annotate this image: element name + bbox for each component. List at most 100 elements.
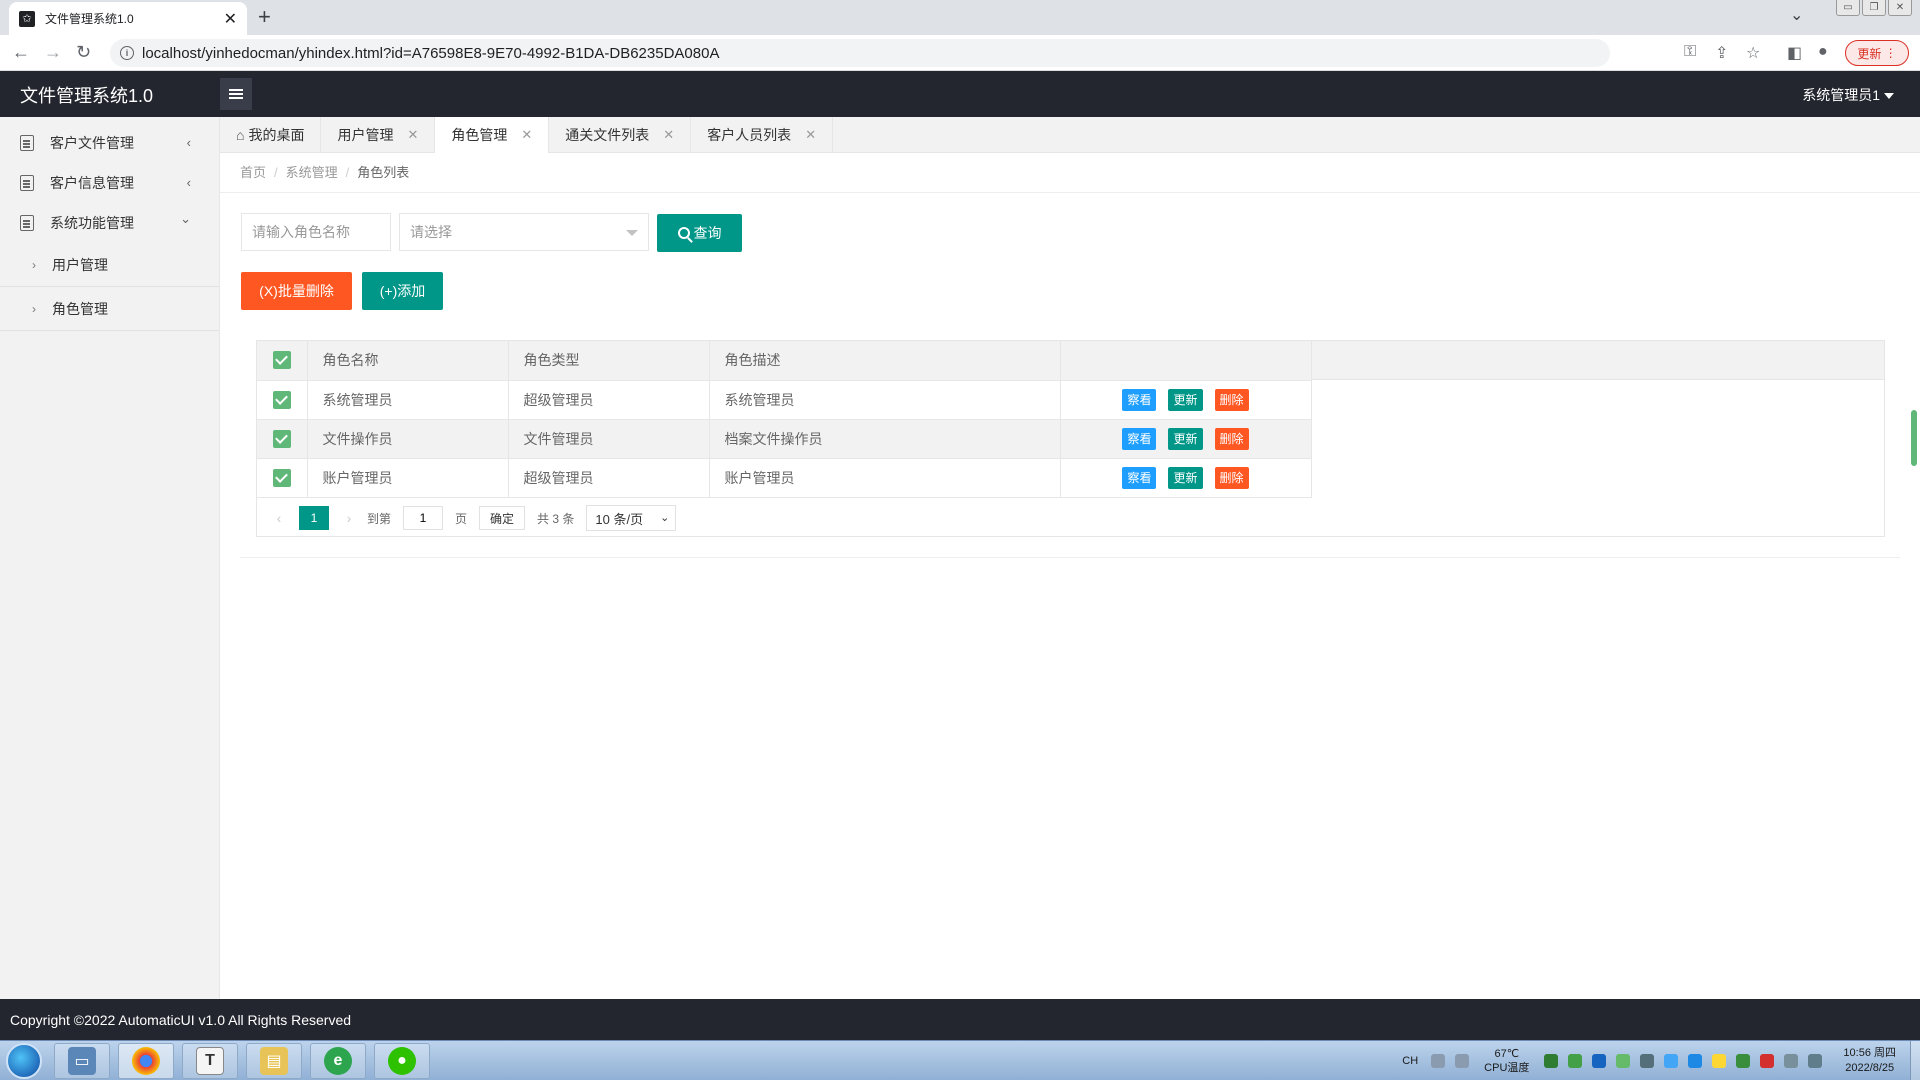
role-name-input[interactable] (241, 213, 391, 251)
delete-button[interactable]: 删除 (1214, 388, 1249, 411)
clock[interactable]: 10:56 周四 2022/8/25 (1843, 1046, 1896, 1076)
table-row: 系统管理员 超级管理员 系统管理员 察看 更新 删除 (257, 380, 1312, 420)
key-icon[interactable]: ⚿ (1684, 43, 1696, 61)
back-icon[interactable]: ← (12, 42, 30, 63)
sidebar-item-customer-files[interactable]: 客户文件管理 ‹ (0, 123, 219, 163)
breadcrumb-home[interactable]: 首页 (240, 165, 266, 180)
new-tab-button[interactable]: + (258, 4, 271, 30)
cell-role-type: 超级管理员 (508, 458, 710, 498)
taskbar-app-editor[interactable]: T (182, 1043, 238, 1079)
favicon-icon: ✩ (19, 10, 35, 27)
url-field[interactable]: i localhost/yinhedocman/yhindex.html?id=… (110, 39, 1610, 67)
browser-update-button[interactable]: 更新 ⋮ (1845, 40, 1909, 66)
taskbar-app-browser[interactable]: e (310, 1043, 366, 1079)
tray-app-icon[interactable] (1544, 1054, 1559, 1068)
tab-my-desktop[interactable]: ⌂ 我的桌面 (220, 117, 322, 153)
delete-button[interactable]: 删除 (1214, 466, 1249, 489)
settings-icon[interactable] (1455, 1054, 1470, 1068)
keyboard-icon[interactable] (1431, 1054, 1446, 1068)
tab-customs-files[interactable]: 通关文件列表 ✕ (549, 117, 692, 153)
view-button[interactable]: 察看 (1122, 388, 1157, 411)
update-button[interactable]: 更新 (1168, 427, 1203, 450)
bookmark-star-icon[interactable]: ☆ (1746, 43, 1760, 63)
page-1-button[interactable]: 1 (299, 506, 329, 530)
browser-tabstrip: ✩ 文件管理系统1.0 ✕ + ⌄ ▭ ❐ ✕ (0, 0, 1920, 35)
tab-role-management[interactable]: 角色管理 ✕ (435, 117, 550, 153)
side-panel-icon[interactable]: ◧ (1787, 43, 1802, 63)
start-button[interactable] (6, 1043, 42, 1079)
close-tab-icon[interactable]: ✕ (224, 9, 237, 29)
table-header-row: 角色名称 角色类型 角色描述 (257, 341, 1312, 381)
printer-icon[interactable] (1640, 1054, 1655, 1068)
update-button[interactable]: 更新 (1168, 466, 1203, 489)
share-icon[interactable]: ⇪ (1715, 43, 1728, 63)
close-icon[interactable]: ✕ (663, 127, 674, 143)
wechat-tray-icon[interactable] (1568, 1054, 1583, 1068)
tray-app-icon[interactable] (1712, 1054, 1727, 1068)
network-icon[interactable] (1784, 1054, 1799, 1068)
taskbar-app-folder[interactable]: ▤ (246, 1043, 302, 1079)
menu-toggle-button[interactable] (220, 78, 252, 110)
next-page-icon[interactable]: › (337, 510, 361, 526)
sidebar-item-customer-info[interactable]: 客户信息管理 ‹ (0, 163, 219, 203)
close-icon[interactable]: ✕ (521, 127, 532, 143)
tray-app-icon[interactable] (1688, 1054, 1703, 1068)
reload-icon[interactable]: ↻ (76, 42, 91, 63)
page-size-select[interactable]: 10 条/页 ⌄ (586, 505, 677, 531)
prev-page-icon[interactable]: ‹ (267, 510, 291, 526)
chevron-left-icon: ‹ (186, 135, 191, 150)
total-count: 共 3 条 (537, 511, 575, 526)
cpu-temperature: 67℃ CPU温度 (1484, 1048, 1530, 1074)
user-menu[interactable]: 系统管理员1 (1802, 85, 1894, 105)
query-button[interactable]: 查询 (657, 214, 742, 252)
add-button[interactable]: (+)添加 (362, 272, 443, 310)
breadcrumb-system[interactable]: 系统管理 (286, 165, 338, 180)
forward-icon[interactable]: → (44, 42, 62, 63)
chevron-left-icon: ‹ (186, 175, 191, 190)
row-checkbox-cell (257, 458, 308, 498)
restore-icon[interactable]: ❐ (1862, 0, 1886, 16)
security-icon[interactable] (1736, 1054, 1751, 1068)
volume-icon[interactable] (1808, 1054, 1823, 1068)
close-window-icon[interactable]: ✕ (1888, 0, 1912, 16)
sidebar-subitem-role-management[interactable]: › 角色管理 (0, 287, 219, 331)
batch-delete-button[interactable]: (X)批量删除 (241, 272, 352, 310)
shield-icon[interactable] (1664, 1054, 1679, 1068)
view-button[interactable]: 察看 (1122, 466, 1157, 489)
row-checkbox-cell (257, 380, 308, 420)
tab-search-icon[interactable]: ⌄ (1790, 5, 1803, 25)
cell-role-name: 账户管理员 (307, 458, 509, 498)
row-checkbox[interactable] (272, 390, 291, 409)
delete-button[interactable]: 删除 (1214, 427, 1249, 450)
tray-app-icon[interactable] (1616, 1054, 1631, 1068)
table-header-fill (1310, 341, 1884, 380)
browser-tab-title: 文件管理系统1.0 (45, 12, 134, 26)
view-button[interactable]: 察看 (1122, 427, 1157, 450)
bluetooth-icon[interactable] (1592, 1054, 1607, 1068)
tab-customer-personnel[interactable]: 客户人员列表 ✕ (691, 117, 834, 153)
row-checkbox[interactable] (272, 429, 291, 448)
show-desktop-button[interactable] (1910, 1041, 1920, 1080)
document-icon (20, 175, 34, 191)
taskbar-app-explorer[interactable]: ▭ (54, 1043, 110, 1079)
goto-confirm-button[interactable]: 确定 (479, 506, 526, 530)
taskbar-app-wechat[interactable]: ● (374, 1043, 430, 1079)
close-icon[interactable]: ✕ (805, 127, 816, 143)
sidebar-item-system-functions[interactable]: 系统功能管理 ⌄ (0, 203, 219, 243)
site-info-icon[interactable]: i (120, 46, 134, 60)
close-icon[interactable]: ✕ (407, 127, 418, 143)
volume-muted-icon[interactable] (1760, 1054, 1775, 1068)
browser-tab[interactable]: ✩ 文件管理系统1.0 ✕ (9, 2, 247, 35)
minimize-icon[interactable]: ▭ (1836, 0, 1860, 16)
select-all-checkbox[interactable] (272, 351, 291, 370)
taskbar-app-chrome[interactable] (118, 1043, 174, 1079)
sidebar-subitem-user-management[interactable]: › 用户管理 (0, 243, 219, 287)
profile-icon[interactable]: ● (1818, 43, 1828, 61)
update-button[interactable]: 更新 (1168, 388, 1203, 411)
role-type-select[interactable]: 请选择 (399, 213, 649, 251)
tab-user-management[interactable]: 用户管理 ✕ (321, 117, 436, 153)
scroll-indicator[interactable] (1911, 410, 1917, 466)
language-indicator[interactable]: CH (1402, 1055, 1418, 1067)
row-checkbox[interactable] (272, 468, 291, 487)
goto-page-input[interactable] (403, 506, 444, 530)
